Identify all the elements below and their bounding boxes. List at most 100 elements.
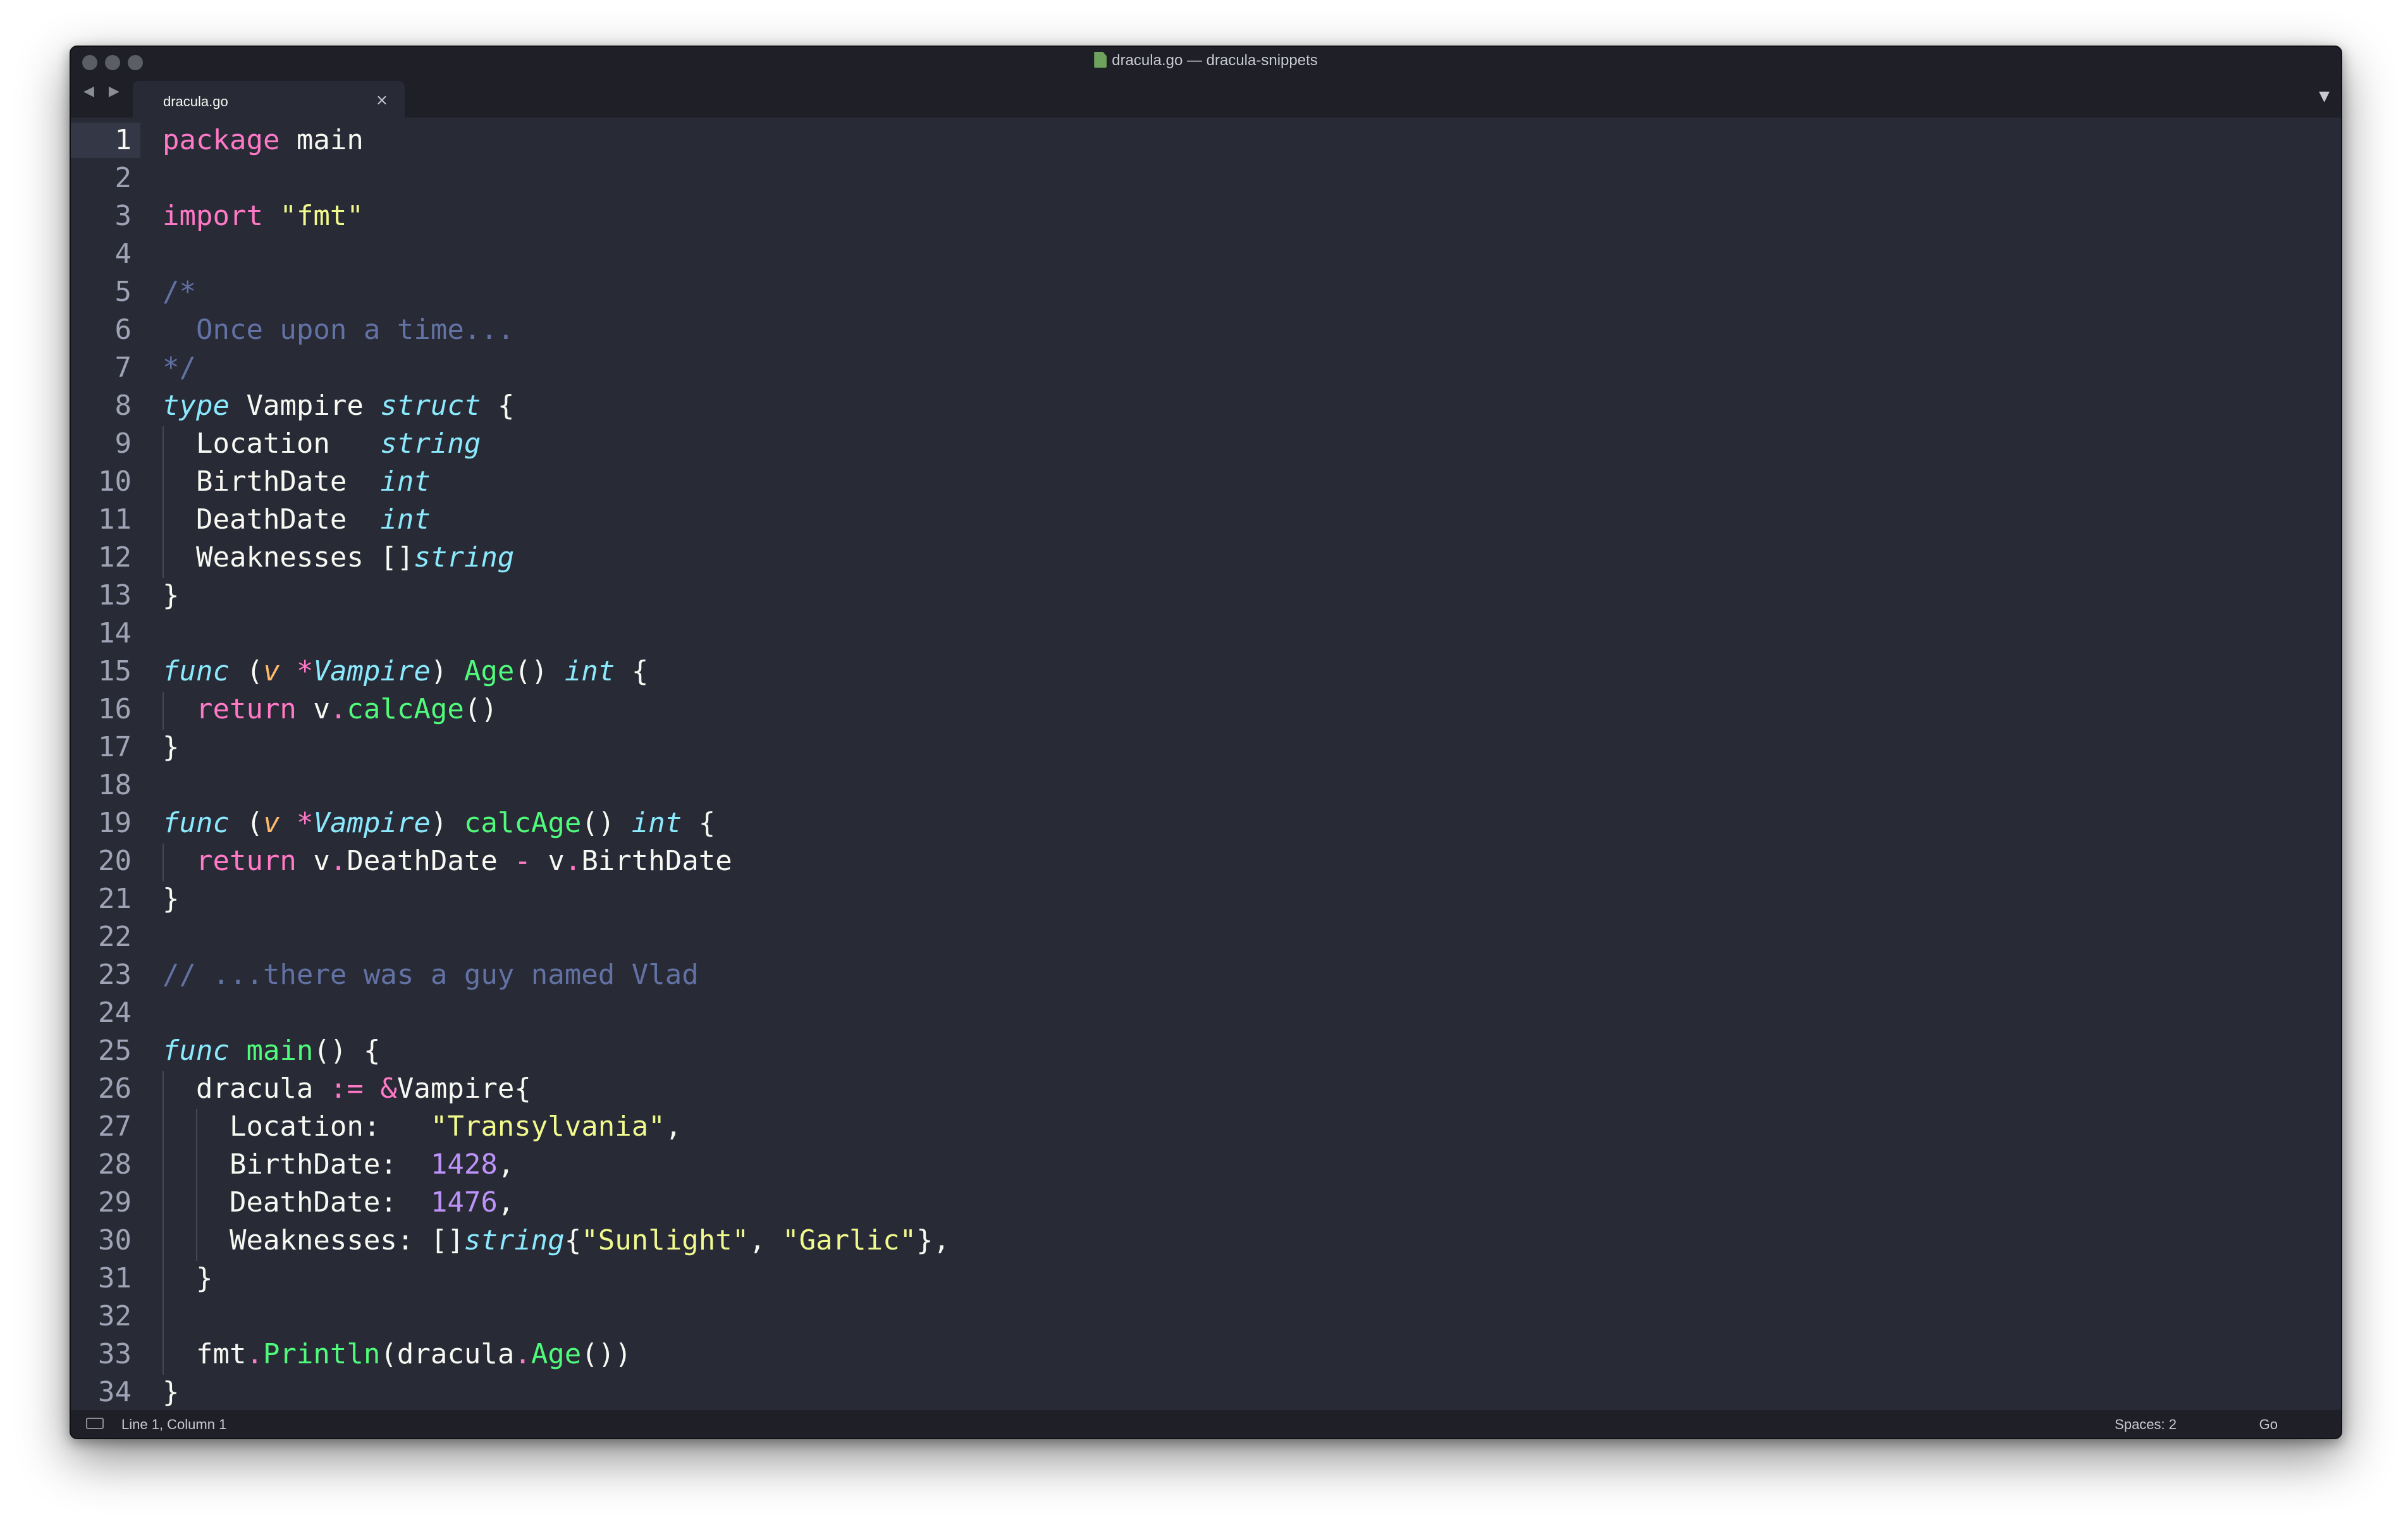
- tab-dracula-go[interactable]: dracula.go ×: [133, 81, 405, 118]
- line-number: 7: [114, 352, 132, 384]
- code-line[interactable]: fmt.Println(dracula.Age()): [163, 1337, 632, 1372]
- code-line[interactable]: }: [163, 1375, 180, 1410]
- title-bar: dracula.go — dracula-snippets: [71, 47, 2341, 75]
- code-line[interactable]: type Vampire struct {: [163, 388, 514, 424]
- code-line[interactable]: DeathDate int: [163, 502, 431, 537]
- line-number: 17: [98, 731, 132, 763]
- code-line[interactable]: Weaknesses []string: [163, 540, 514, 575]
- line-number: 22: [98, 921, 132, 953]
- code-token: fmt: [163, 1338, 247, 1370]
- indent-guide: [163, 844, 164, 881]
- code-token: type: [163, 390, 230, 422]
- tab-dropdown-icon[interactable]: ▼: [2319, 89, 2330, 104]
- line-number: 21: [98, 883, 132, 915]
- code-line[interactable]: }: [163, 1261, 213, 1296]
- code-token: v: [262, 655, 280, 687]
- code-line[interactable]: package main: [163, 123, 364, 158]
- code-token: {: [564, 1224, 582, 1256]
- window-title-text: dracula.go — dracula-snippets: [1112, 52, 1318, 69]
- code-token: func: [163, 807, 230, 839]
- indent-guide: [163, 692, 164, 730]
- indentation-setting[interactable]: Spaces: 2: [2115, 1416, 2177, 1433]
- line-number: 26: [98, 1072, 132, 1105]
- line-number: 24: [98, 997, 132, 1029]
- code-token: DeathDate: [347, 845, 515, 877]
- code-line[interactable]: dracula := &Vampire{: [163, 1071, 531, 1107]
- panel-toggle-icon[interactable]: [86, 1418, 104, 1429]
- code-token: calcAge: [464, 807, 582, 839]
- code-line[interactable]: DeathDate: 1476,: [163, 1185, 514, 1220]
- code-token: ,: [497, 1186, 515, 1219]
- line-number: 30: [98, 1224, 132, 1256]
- code-line[interactable]: func (v *Vampire) calcAge() int {: [163, 806, 715, 841]
- code-token: .: [329, 845, 347, 877]
- code-line[interactable]: }: [163, 730, 180, 765]
- code-line[interactable]: Once upon a time...: [163, 312, 514, 348]
- code-token: // ...there was a guy named Vlad: [163, 959, 699, 991]
- code-token: }: [163, 883, 180, 915]
- status-bar: Line 1, Column 1 Spaces: 2 Go: [71, 1410, 2341, 1438]
- code-token: &: [380, 1072, 397, 1105]
- cursor-position[interactable]: Line 1, Column 1: [121, 1416, 226, 1433]
- code-token: 1428: [430, 1148, 498, 1181]
- code-token: Location:: [163, 1110, 431, 1143]
- line-number: 8: [114, 390, 132, 422]
- code-token: v: [296, 845, 330, 877]
- code-line[interactable]: Weaknesses: []string{"Sunlight", "Garlic…: [163, 1223, 950, 1258]
- code-line[interactable]: Location: "Transylvania",: [163, 1109, 682, 1145]
- line-number: 10: [98, 465, 132, 498]
- code-line[interactable]: BirthDate int: [163, 464, 431, 500]
- tab-navigation-arrows-icon[interactable]: ◀ ▶: [83, 83, 125, 99]
- line-number: 1: [71, 123, 140, 158]
- code-line[interactable]: func main() {: [163, 1033, 380, 1069]
- indent-guide: [196, 1109, 197, 1261]
- code-token: (dracula: [380, 1338, 515, 1370]
- code-token: string: [464, 1224, 565, 1256]
- code-token: calcAge: [347, 693, 464, 725]
- code-token: import: [163, 200, 263, 232]
- code-token: BirthDate:: [163, 1148, 431, 1181]
- code-line[interactable]: Location string: [163, 426, 481, 462]
- code-token: .: [514, 1338, 531, 1370]
- code-token: DeathDate: [163, 503, 381, 536]
- code-token: ): [430, 807, 464, 839]
- code-line[interactable]: BirthDate: 1428,: [163, 1147, 514, 1182]
- code-line[interactable]: /*: [163, 274, 196, 310]
- code-token: -: [514, 845, 531, 877]
- code-token: (): [581, 807, 632, 839]
- code-token: ,: [749, 1224, 783, 1256]
- code-line[interactable]: }: [163, 881, 180, 917]
- code-line[interactable]: import "fmt": [163, 199, 364, 234]
- code-token: dracula: [163, 1072, 330, 1105]
- code-token: () {: [313, 1035, 381, 1067]
- line-number: 18: [98, 769, 132, 801]
- tab-bar: ◀ ▶ dracula.go × ▼: [71, 75, 2341, 118]
- code-token: Weaknesses []: [163, 541, 414, 574]
- code-line[interactable]: return v.calcAge(): [163, 692, 498, 727]
- line-number: 2: [114, 162, 132, 194]
- line-number: 15: [98, 655, 132, 687]
- code-token: Location: [163, 427, 381, 460]
- code-line[interactable]: */: [163, 350, 196, 386]
- code-token: {: [615, 655, 649, 687]
- line-number-gutter: 1 2 3 4 5 6 7 8 9 10 11 12 13 14 15 16 17 18 19 20 21 22 23 24 2…: [71, 118, 140, 1409]
- tab-close-icon[interactable]: ×: [376, 91, 388, 109]
- code-editor[interactable]: 1 2 3 4 5 6 7 8 9 10 11 12 13 14 15 16 17 18 19 20 21 22 23 24 2…: [71, 118, 2341, 1409]
- code-line[interactable]: func (v *Vampire) Age() int {: [163, 654, 648, 689]
- code-token: main: [280, 124, 364, 156]
- code-line[interactable]: return v.DeathDate - v.BirthDate: [163, 844, 732, 879]
- code-token: Vampire: [313, 655, 431, 687]
- code-line[interactable]: }: [163, 578, 180, 613]
- code-token: Vampire: [313, 807, 431, 839]
- code-line[interactable]: // ...there was a guy named Vlad: [163, 957, 699, 993]
- code-token: ,: [665, 1110, 682, 1143]
- syntax-language[interactable]: Go: [2259, 1416, 2278, 1433]
- indent-guide: [163, 426, 164, 578]
- code-token: int: [631, 807, 682, 839]
- code-token: Vampire{: [396, 1072, 531, 1105]
- line-number: 27: [98, 1110, 132, 1143]
- code-token: func: [163, 1035, 230, 1067]
